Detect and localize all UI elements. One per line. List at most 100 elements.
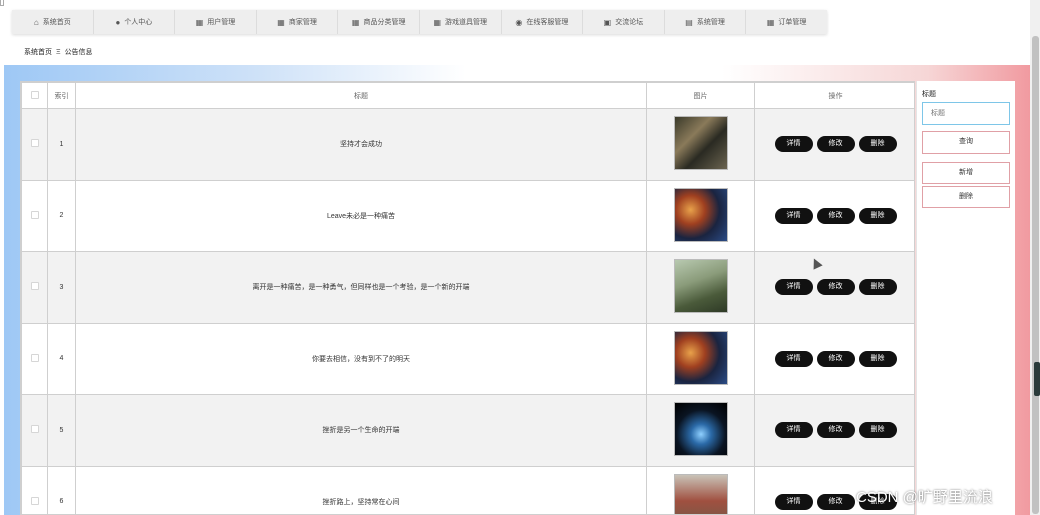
user-manage-icon: ▦	[195, 17, 204, 27]
batch-delete-button[interactable]: 删除	[922, 186, 1010, 208]
table-header-row: 索引 标题 图片 操作	[21, 82, 914, 109]
nav-label: 系统管理	[696, 19, 725, 26]
row-checkbox[interactable]	[30, 496, 39, 505]
top-nav: ⌂ 系统首页 ● 个人中心 ▦ 用户管理 ▦ 商家管理 ▦ 商品分类管理 ▦ 游…	[12, 10, 827, 34]
row-image	[673, 330, 728, 385]
home-icon: ⌂	[33, 17, 39, 27]
row-title: 挫折是另一个生命的开端	[75, 394, 647, 467]
detail-button[interactable]: 详情	[774, 493, 813, 510]
delete-button[interactable]: 删除	[858, 279, 897, 296]
nav-item-home[interactable]: ⌂ 系统首页	[12, 10, 94, 34]
select-all-cell	[21, 82, 48, 109]
nav-label: 交流论坛	[615, 19, 644, 26]
row-title: 挫折路上，坚持常在心间	[75, 465, 647, 514]
detail-button[interactable]: 详情	[774, 279, 813, 296]
header-index: 索引	[47, 82, 76, 109]
nav-label: 用户管理	[207, 19, 236, 26]
location-icon: ◉	[515, 17, 523, 27]
row-title: 离开是一种痛苦，是一种勇气，但同样也是一个考验，是一个新的开端	[75, 251, 647, 324]
page: ⌂ 系统首页 ● 个人中心 ▦ 用户管理 ▦ 商家管理 ▦ 商品分类管理 ▦ 游…	[0, 0, 1040, 515]
breadcrumb: 系统首页 Ξ 公告信息	[24, 47, 93, 57]
table-row: 3 离开是一种痛苦，是一种勇气，但同样也是一个考验，是一个新的开端 详情 修改 删除	[21, 251, 914, 324]
edit-button[interactable]: 修改	[816, 422, 855, 439]
row-image	[673, 116, 728, 171]
row-index: 4	[47, 322, 76, 395]
row-title: 你要去相信，没有到不了的明天	[75, 322, 647, 395]
nav-item-forum[interactable]: ▣ 交流论坛	[583, 10, 665, 34]
query-button[interactable]: 查询	[922, 131, 1010, 154]
row-index: 6	[47, 465, 76, 514]
edit-button[interactable]: 修改	[816, 350, 855, 367]
side-drag-handle[interactable]	[1034, 362, 1040, 396]
grid-icon: ▦	[433, 17, 442, 27]
row-checkbox[interactable]	[30, 139, 39, 148]
user-icon: ●	[115, 17, 121, 27]
row-image	[673, 259, 728, 314]
system-icon: ▤	[685, 17, 693, 27]
row-index: 3	[47, 251, 76, 324]
search-panel: 标题 查询 新增 删除	[916, 81, 1015, 515]
nav-label: 系统首页	[42, 19, 71, 26]
nav-label: 商家管理	[288, 19, 317, 26]
nav-label: 订单管理	[778, 19, 807, 26]
header-image: 图片	[646, 82, 755, 109]
detail-button[interactable]: 详情	[774, 136, 813, 153]
title-search-input[interactable]	[922, 102, 1010, 125]
header-action: 操作	[754, 82, 914, 109]
nav-item-orders[interactable]: ▦ 订单管理	[746, 10, 827, 34]
row-index: 2	[47, 179, 76, 252]
watermark: CSDN @旷野里流浪	[856, 489, 993, 506]
announcement-table: 索引 标题 图片 操作 1 坚持才会成功 详情 修改 删除 2 Leave未必是…	[20, 81, 915, 515]
row-checkbox[interactable]	[30, 210, 39, 219]
edit-button[interactable]: 修改	[816, 279, 855, 296]
breadcrumb-home[interactable]: 系统首页	[24, 47, 52, 57]
row-title: 坚持才会成功	[75, 108, 647, 181]
nav-item-profile[interactable]: ● 个人中心	[94, 10, 176, 34]
table-row: 2 Leave未必是一种痛苦 详情 修改 删除	[21, 179, 914, 252]
nav-item-game-items[interactable]: ▦ 游戏道具管理	[420, 10, 502, 34]
breadcrumb-separator: Ξ	[56, 48, 61, 56]
edit-button[interactable]: 修改	[816, 136, 855, 153]
delete-button[interactable]: 删除	[858, 136, 897, 153]
row-image	[673, 402, 728, 457]
forum-icon: ▣	[603, 17, 612, 27]
grid-icon: ▦	[351, 17, 360, 27]
nav-item-merchants[interactable]: ▦ 商家管理	[257, 10, 339, 34]
nav-label: 游戏道具管理	[445, 19, 488, 26]
edit-button[interactable]: 修改	[816, 207, 855, 224]
row-checkbox[interactable]	[30, 353, 39, 362]
table-row: 5 挫折是另一个生命的开端 详情 修改 删除	[21, 394, 914, 467]
row-image	[673, 187, 728, 242]
select-all-checkbox[interactable]	[30, 90, 39, 99]
table-row: 6 挫折路上，坚持常在心间 详情 修改 删除	[21, 465, 914, 514]
row-index: 5	[47, 394, 76, 467]
row-checkbox[interactable]	[30, 425, 39, 434]
detail-button[interactable]: 详情	[774, 207, 813, 224]
delete-button[interactable]: 删除	[858, 422, 897, 439]
grid-icon: ▦	[277, 17, 285, 27]
detail-button[interactable]: 详情	[774, 422, 813, 439]
nav-label: 个人中心	[124, 19, 153, 26]
breadcrumb-current: 公告信息	[64, 49, 93, 56]
add-button[interactable]: 新增	[922, 162, 1010, 184]
detail-button[interactable]: 详情	[774, 350, 813, 367]
table-row: 1 坚持才会成功 详情 修改 删除	[21, 108, 914, 181]
table-row: 4 你要去相信，没有到不了的明天 详情 修改 删除	[21, 322, 914, 395]
delete-button[interactable]: 删除	[858, 207, 897, 224]
row-title: Leave未必是一种痛苦	[75, 179, 647, 252]
title-filter-label: 标题	[922, 91, 936, 98]
row-index: 1	[47, 108, 76, 181]
nav-item-categories[interactable]: ▦ 商品分类管理	[338, 10, 420, 34]
row-image	[673, 473, 728, 514]
edit-button[interactable]: 修改	[816, 493, 855, 510]
delete-button[interactable]: 删除	[858, 350, 897, 367]
nav-item-support[interactable]: ◉ 在线客服管理	[502, 10, 584, 34]
nav-item-system[interactable]: ▤ 系统管理	[665, 10, 747, 34]
row-checkbox[interactable]	[30, 282, 39, 291]
grid-icon: ▦	[766, 17, 775, 27]
scrollbar-thumb[interactable]	[1032, 36, 1039, 514]
header-title: 标题	[75, 82, 647, 109]
corner-mark	[0, 0, 4, 6]
nav-label: 商品分类管理	[363, 19, 406, 26]
nav-item-users[interactable]: ▦ 用户管理	[175, 10, 257, 34]
